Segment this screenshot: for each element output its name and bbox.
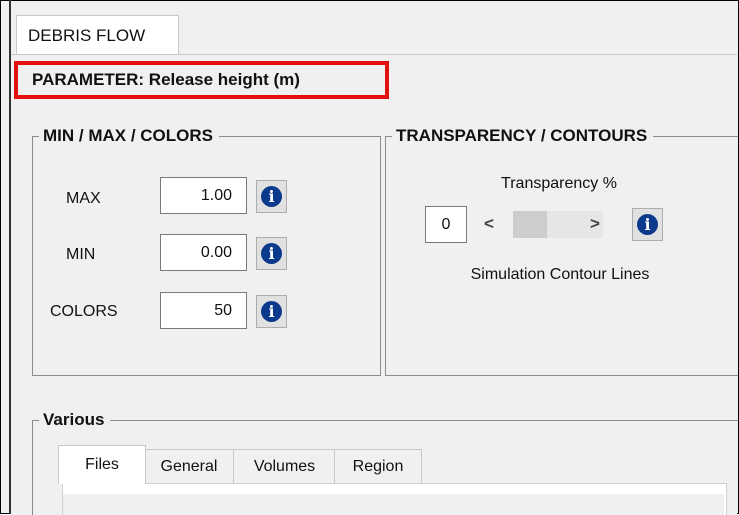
max-label: MAX [66, 190, 101, 207]
files-tab-panel [62, 483, 727, 515]
colors-input[interactable]: 50 [160, 292, 247, 329]
contour-lines-label: Simulation Contour Lines [470, 266, 650, 283]
max-input[interactable]: 1.00 [160, 177, 247, 214]
tab-region[interactable]: Region [334, 449, 422, 484]
slider-thumb[interactable] [513, 211, 547, 238]
max-info-button[interactable]: i [256, 180, 287, 213]
transparency-label: Transparency % [501, 175, 617, 192]
files-panel-content [63, 494, 724, 515]
slider-left-arrow-icon[interactable]: < [484, 214, 494, 234]
tab-volumes[interactable]: Volumes [233, 449, 336, 484]
colors-info-button[interactable]: i [256, 295, 287, 328]
info-icon: i [261, 243, 282, 264]
min-input[interactable]: 0.00 [160, 234, 247, 271]
colors-label: COLORS [50, 303, 118, 320]
tab-debris-flow[interactable]: DEBRIS FLOW [16, 15, 179, 54]
transparency-input[interactable]: 0 [425, 206, 467, 243]
various-group-title: Various [39, 410, 111, 430]
info-icon: i [637, 214, 658, 235]
transparency-slider[interactable]: < > [472, 206, 623, 243]
tab-general[interactable]: General [143, 449, 235, 484]
tab-files[interactable]: Files [58, 445, 146, 484]
transparency-info-button[interactable]: i [632, 208, 663, 241]
minmax-group-title: MIN / MAX / COLORS [39, 126, 219, 146]
transparency-group: TRANSPARENCY / CONTOURS [385, 126, 738, 376]
info-icon: i [261, 301, 282, 322]
slider-right-arrow-icon[interactable]: > [590, 214, 600, 234]
transparency-group-title: TRANSPARENCY / CONTOURS [392, 126, 654, 146]
min-info-button[interactable]: i [256, 237, 287, 270]
info-icon: i [261, 186, 282, 207]
parameter-label: PARAMETER: Release height (m) [14, 61, 389, 99]
min-label: MIN [66, 246, 96, 263]
